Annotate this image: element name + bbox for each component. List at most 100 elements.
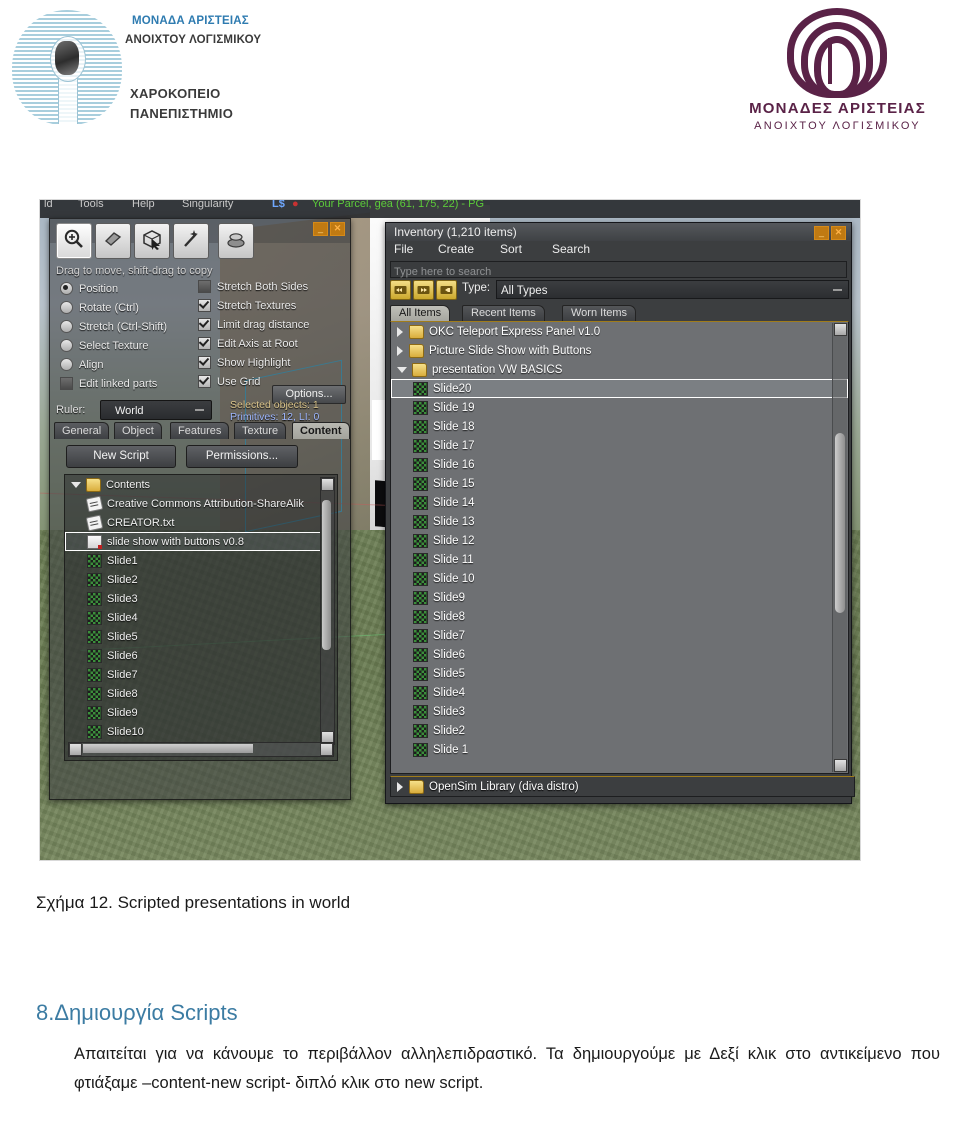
menu-search[interactable]: Search xyxy=(552,242,590,256)
radio-select-texture[interactable]: Select Texture xyxy=(60,336,200,355)
up-folder-icon[interactable] xyxy=(436,280,457,300)
list-item[interactable]: Slide4 xyxy=(391,683,848,702)
list-item[interactable]: Slide7 xyxy=(391,626,848,645)
radio-rotate[interactable]: Rotate (Ctrl) xyxy=(60,298,200,317)
list-item[interactable]: CREATOR.txt xyxy=(65,513,321,532)
chevron-right-icon[interactable] xyxy=(397,781,403,792)
inventory-item-selected[interactable]: Slide20 xyxy=(391,379,848,398)
menu-sort[interactable]: Sort xyxy=(500,242,522,256)
tab-general[interactable]: General xyxy=(54,422,110,439)
scroll-up-icon[interactable] xyxy=(834,323,847,336)
scroll-left-icon[interactable] xyxy=(69,743,82,756)
chevron-right-icon[interactable] xyxy=(397,326,403,337)
ruler-select[interactable]: World xyxy=(100,400,212,420)
scroll-thumb-horizontal[interactable] xyxy=(83,744,253,753)
forward-folder-icon[interactable] xyxy=(413,280,434,300)
inventory-close-button[interactable]: ✕ xyxy=(831,226,846,240)
menu-item-singularity[interactable]: Singularity xyxy=(182,200,233,210)
menu-item-world[interactable]: ld xyxy=(44,200,53,210)
viewer-menubar[interactable]: ld Tools Help Singularity L$ ● Your Parc… xyxy=(40,200,860,218)
list-item[interactable]: Slide 11 xyxy=(391,550,848,569)
list-item[interactable]: Slide 12 xyxy=(391,531,848,550)
inventory-title: Inventory (1,210 items) xyxy=(394,225,517,239)
inventory-folder-picture-slide-show[interactable]: Picture Slide Show with Buttons xyxy=(391,341,848,360)
menu-item-help[interactable]: Help xyxy=(132,200,155,210)
inventory-folder-presentation-vw-basics[interactable]: presentation VW BASICS xyxy=(391,360,848,379)
tab-object[interactable]: Object xyxy=(114,422,162,439)
scroll-right-icon[interactable] xyxy=(320,743,333,756)
list-item[interactable]: Creative Commons Attribution-ShareAlik xyxy=(65,494,321,513)
scroll-up-icon[interactable] xyxy=(321,478,334,491)
create-tool-button[interactable] xyxy=(173,223,209,259)
list-item[interactable]: Slide 13 xyxy=(391,512,848,531)
list-item[interactable]: Slide 1 xyxy=(391,740,848,759)
permissions-button[interactable]: Permissions... xyxy=(186,445,298,468)
tab-worn-items[interactable]: Worn Items xyxy=(562,305,637,321)
list-item[interactable]: Slide2 xyxy=(391,721,848,740)
list-item[interactable]: Slide7 xyxy=(65,665,321,684)
chevron-down-icon[interactable] xyxy=(71,481,81,488)
list-item[interactable]: Slide 15 xyxy=(391,474,848,493)
list-item[interactable]: Slide3 xyxy=(391,702,848,721)
build-minimize-button[interactable]: _ xyxy=(313,222,328,236)
new-script-button[interactable]: New Script xyxy=(66,445,176,468)
list-item[interactable]: Slide6 xyxy=(65,646,321,665)
list-item[interactable]: Slide5 xyxy=(391,664,848,683)
tab-recent-items[interactable]: Recent Items xyxy=(462,305,545,321)
list-item[interactable]: Slide9 xyxy=(65,703,321,722)
scroll-thumb[interactable] xyxy=(322,500,331,650)
contents-horizontal-scrollbar[interactable] xyxy=(68,742,334,757)
list-item[interactable]: Slide8 xyxy=(391,607,848,626)
checkbox-edit-axis-at-root[interactable]: Edit Axis at Root xyxy=(198,334,348,353)
focus-tool-button[interactable] xyxy=(56,223,92,259)
list-item[interactable]: Slide 14 xyxy=(391,493,848,512)
list-item[interactable]: Slide10 xyxy=(65,722,321,741)
inventory-minimize-button[interactable]: _ xyxy=(814,226,829,240)
chevron-down-icon[interactable] xyxy=(397,366,407,373)
list-item[interactable]: Slide 18 xyxy=(391,417,848,436)
checkbox-stretch-both-sides[interactable]: Stretch Both Sides xyxy=(198,277,348,296)
list-item[interactable]: Slide 17 xyxy=(391,436,848,455)
list-item-selected-script[interactable]: slide show with buttons v0.8 xyxy=(65,532,321,551)
inventory-footer-row[interactable]: OpenSim Library (diva distro) xyxy=(390,776,855,797)
checkbox-show-highlight[interactable]: Show Highlight xyxy=(198,353,348,372)
checkbox-stretch-textures[interactable]: Stretch Textures xyxy=(198,296,348,315)
radio-stretch[interactable]: Stretch (Ctrl-Shift) xyxy=(60,317,200,336)
list-item[interactable]: Slide6 xyxy=(391,645,848,664)
list-item[interactable]: Slide 10 xyxy=(391,569,848,588)
list-item[interactable]: Slide4 xyxy=(65,608,321,627)
menu-file[interactable]: File xyxy=(394,242,413,256)
contents-root-folder[interactable]: Contents xyxy=(65,475,321,494)
back-folder-icon[interactable] xyxy=(390,280,411,300)
radio-align[interactable]: Align xyxy=(60,355,200,374)
list-item[interactable]: Slide5 xyxy=(65,627,321,646)
scroll-down-icon[interactable] xyxy=(834,759,847,772)
list-item[interactable]: Slide3 xyxy=(65,589,321,608)
checkbox-limit-drag-distance[interactable]: Limit drag distance xyxy=(198,315,348,334)
inventory-type-select[interactable]: All Types xyxy=(496,280,849,299)
chevron-right-icon[interactable] xyxy=(397,345,403,356)
inventory-folder-okc[interactable]: OKC Teleport Express Panel v1.0 xyxy=(391,322,848,341)
list-item[interactable]: Slide9 xyxy=(391,588,848,607)
list-item[interactable]: Slide1 xyxy=(65,551,321,570)
tab-texture[interactable]: Texture xyxy=(234,422,287,439)
list-item[interactable]: Slide 16 xyxy=(391,455,848,474)
checkbox-edit-linked-parts[interactable]: Edit linked parts xyxy=(60,374,200,393)
radio-position[interactable]: Position xyxy=(60,279,200,298)
build-close-button[interactable]: ✕ xyxy=(330,222,345,236)
tab-features[interactable]: Features xyxy=(170,422,230,439)
list-item[interactable]: Slide 19 xyxy=(391,398,848,417)
tab-content[interactable]: Content xyxy=(292,422,350,439)
land-tool-button[interactable] xyxy=(218,223,254,259)
inventory-vertical-scrollbar[interactable] xyxy=(832,323,847,772)
move-tool-button[interactable] xyxy=(95,223,131,259)
inventory-search-input[interactable]: Type here to search xyxy=(390,261,847,278)
list-item[interactable]: Slide2 xyxy=(65,570,321,589)
edit-tool-button[interactable] xyxy=(134,223,170,259)
scroll-thumb[interactable] xyxy=(835,433,845,613)
tab-all-items[interactable]: All Items xyxy=(390,305,451,321)
menu-item-tools[interactable]: Tools xyxy=(78,200,104,210)
contents-vertical-scrollbar[interactable] xyxy=(320,477,335,745)
menu-create[interactable]: Create xyxy=(438,242,474,256)
list-item[interactable]: Slide8 xyxy=(65,684,321,703)
